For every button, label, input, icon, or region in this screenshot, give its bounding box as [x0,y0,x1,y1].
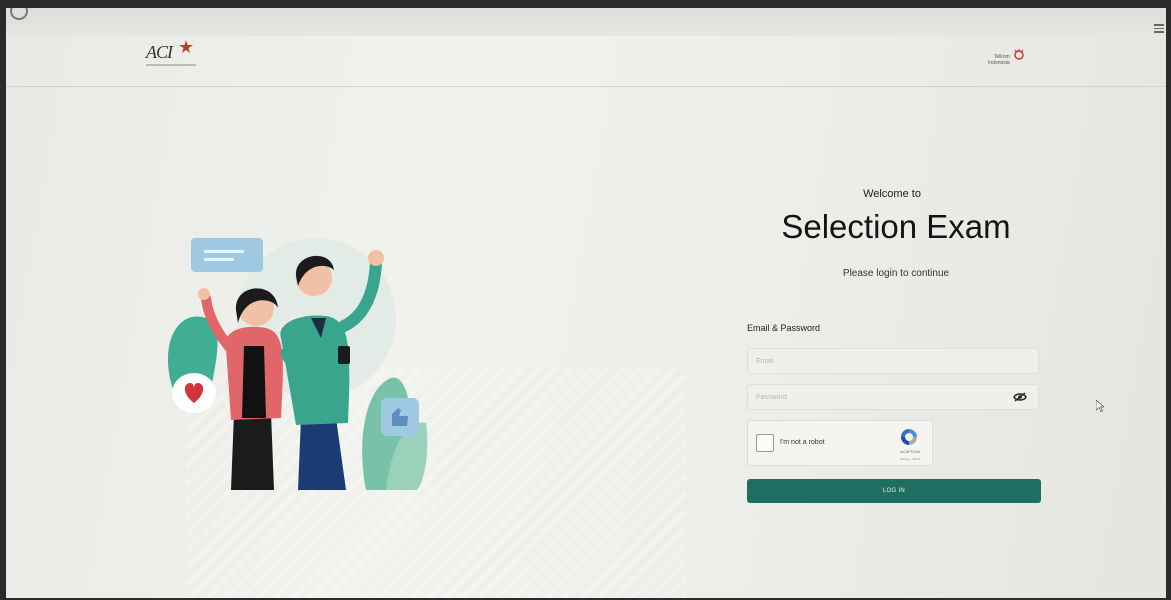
telkom-logo: Telkom Indonesia [988,49,1024,66]
telkom-country: Indonesia [988,60,1010,66]
welcome-illustration [167,238,428,490]
recaptcha-checkbox[interactable] [756,434,774,452]
recaptcha-label: I'm not a robot [780,439,825,446]
recaptcha-brand: reCAPTCHA [900,450,920,454]
browser-screen: ACI Telkom Indonesia Welcome to Selectio… [6,8,1166,598]
eye-slash-icon[interactable] [1013,392,1027,402]
page-title: Selection Exam [781,208,1011,245]
welcome-text: Welcome to [863,188,921,200]
password-input[interactable] [747,384,1039,410]
aci-star-icon [179,40,193,53]
mouse-cursor-icon [1096,400,1104,412]
email-input[interactable] [747,348,1039,374]
spinner-icon [10,8,28,20]
browser-top-bar [6,8,1166,36]
page-header: ACI Telkom Indonesia [6,36,1166,87]
recaptcha-links[interactable]: Privacy - Terms [890,457,930,461]
telkom-mark-icon [1014,49,1024,60]
login-button[interactable]: LOG IN [747,479,1041,503]
aci-logo: ACI [146,40,196,66]
form-section-label: Email & Password [747,323,821,333]
aci-tagline [146,64,196,66]
recaptcha-icon [901,429,917,445]
recaptcha-widget: I'm not a robot reCAPTCHA Privacy - Term… [747,420,933,466]
hamburger-icon[interactable] [1154,22,1164,35]
page-subtitle: Please login to continue [842,268,950,279]
